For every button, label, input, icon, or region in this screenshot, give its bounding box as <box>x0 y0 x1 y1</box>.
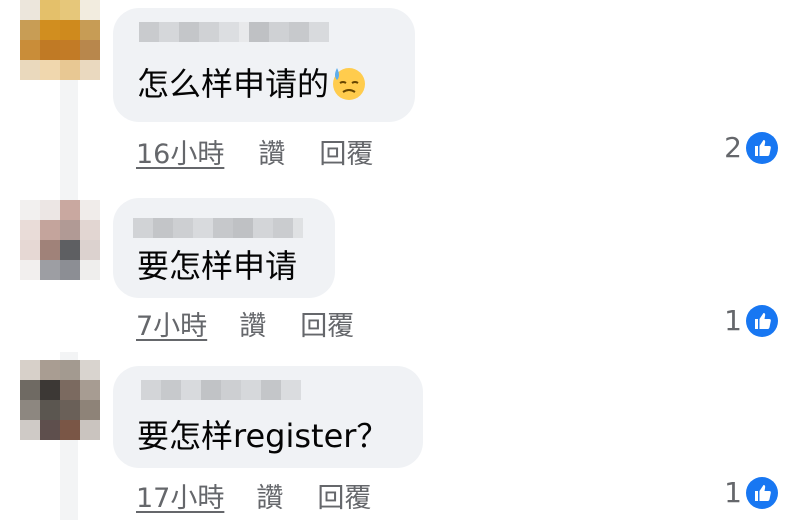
comment-text: 怎么样申请的 <box>137 64 367 104</box>
timestamp-link[interactable]: 17小時 <box>136 476 224 515</box>
reaction-count: 1 <box>724 476 742 509</box>
downcast-face-with-sweat-icon <box>333 68 366 100</box>
thread-connector <box>60 80 78 180</box>
comment-item: 怎么样申请的 16小時 讚 回覆 2 <box>0 0 800 180</box>
avatar[interactable] <box>20 200 100 280</box>
avatar[interactable] <box>20 0 100 80</box>
reply-button[interactable]: 回覆 <box>317 476 371 515</box>
thread-connector <box>60 352 78 360</box>
author-name-blurred[interactable] <box>133 218 303 238</box>
like-button[interactable]: 讚 <box>258 132 285 171</box>
comment-bubble: 怎么样申请的 <box>113 8 415 122</box>
comment-thread: 怎么样申请的 16小時 讚 回覆 2 要怎样申请 7小時 讚 回覆 1 要怎样r… <box>0 0 800 520</box>
comment-text: 要怎样register？ <box>137 417 389 455</box>
like-button[interactable]: 讚 <box>256 476 283 515</box>
comment-bubble: 要怎样register？ <box>113 366 423 468</box>
reply-button[interactable]: 回覆 <box>300 304 354 343</box>
comment-actions: 17小時 讚 回覆 <box>136 476 371 515</box>
reaction-summary[interactable]: 1 <box>724 476 778 509</box>
comment-item: 要怎样register？ 17小時 讚 回覆 1 <box>0 352 800 520</box>
timestamp-link[interactable]: 7小時 <box>136 304 207 343</box>
like-icon <box>746 131 778 164</box>
comment-bubble: 要怎样申请 <box>113 198 335 298</box>
author-name-blurred[interactable] <box>141 380 301 400</box>
reaction-count: 2 <box>724 131 742 164</box>
like-icon <box>746 304 778 337</box>
reply-button[interactable]: 回覆 <box>319 132 373 171</box>
timestamp-link[interactable]: 16小時 <box>136 132 224 171</box>
avatar[interactable] <box>20 360 100 440</box>
comment-item: 要怎样申请 7小時 讚 回覆 1 <box>0 180 800 352</box>
comment-actions: 7小時 讚 回覆 <box>136 304 354 343</box>
thread-connector <box>60 440 78 520</box>
thread-connector <box>60 180 78 200</box>
comment-text: 要怎样申请 <box>137 247 298 285</box>
like-button[interactable]: 讚 <box>239 304 266 343</box>
author-name-blurred[interactable] <box>139 22 329 42</box>
like-icon <box>746 476 778 509</box>
comment-actions: 16小時 讚 回覆 <box>136 132 373 171</box>
reaction-summary[interactable]: 1 <box>724 304 778 337</box>
reaction-count: 1 <box>724 304 742 337</box>
comment-text-content: 怎么样申请的 <box>137 65 330 103</box>
reaction-summary[interactable]: 2 <box>724 131 778 164</box>
